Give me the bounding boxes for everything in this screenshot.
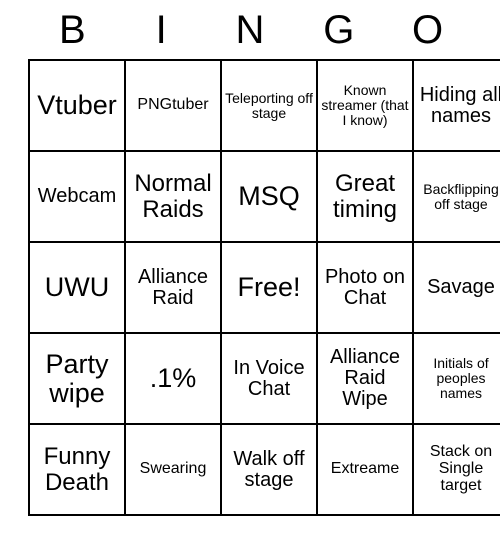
- bingo-row: Funny Death Swearing Walk off stage Extr…: [28, 423, 500, 516]
- bingo-cell[interactable]: Extreame: [316, 423, 414, 516]
- bingo-cell[interactable]: MSQ: [220, 150, 318, 243]
- bingo-cell[interactable]: Party wipe: [28, 332, 126, 425]
- bingo-cell[interactable]: Funny Death: [28, 423, 126, 516]
- bingo-row: UWU Alliance Raid Free! Photo on Chat Sa…: [28, 241, 500, 334]
- bingo-cell[interactable]: Photo on Chat: [316, 241, 414, 334]
- bingo-cell[interactable]: Savage: [412, 241, 500, 334]
- header-letter-i: I: [155, 7, 167, 52]
- header-letter-n: N: [235, 7, 265, 52]
- header-letter-g: G: [323, 7, 355, 52]
- bingo-cell[interactable]: .1%: [124, 332, 222, 425]
- bingo-cell[interactable]: In Voice Chat: [220, 332, 318, 425]
- bingo-cell[interactable]: Vtuber: [28, 59, 126, 152]
- bingo-cell[interactable]: Swearing: [124, 423, 222, 516]
- bingo-cell[interactable]: Stack on Single target: [412, 423, 500, 516]
- bingo-cell[interactable]: Webcam: [28, 150, 126, 243]
- bingo-cell[interactable]: UWU: [28, 241, 126, 334]
- bingo-cell[interactable]: Teleporting off stage: [220, 59, 318, 152]
- bingo-cell[interactable]: Alliance Raid Wipe: [316, 332, 414, 425]
- header-letter-b: B: [59, 7, 86, 52]
- bingo-row: Webcam Normal Raids MSQ Great timing Bac…: [28, 150, 500, 243]
- bingo-cell[interactable]: Initials of peoples names: [412, 332, 500, 425]
- bingo-cell[interactable]: Great timing: [316, 150, 414, 243]
- bingo-grid: Vtuber PNGtuber Teleporting off stage Kn…: [28, 59, 500, 516]
- bingo-cell[interactable]: Known streamer (that I know): [316, 59, 414, 152]
- bingo-card: B I N G O Vtuber PNGtuber Teleporting of…: [0, 0, 500, 544]
- bingo-cell[interactable]: Hiding all names: [412, 59, 500, 152]
- header-letter-o: O: [412, 7, 444, 52]
- bingo-cell[interactable]: Backflipping off stage: [412, 150, 500, 243]
- bingo-row: Party wipe .1% In Voice Chat Alliance Ra…: [28, 332, 500, 425]
- bingo-cell[interactable]: PNGtuber: [124, 59, 222, 152]
- bingo-cell[interactable]: Normal Raids: [124, 150, 222, 243]
- bingo-row: Vtuber PNGtuber Teleporting off stage Kn…: [28, 59, 500, 152]
- bingo-grid-wrapper: Vtuber PNGtuber Teleporting off stage Kn…: [0, 59, 500, 544]
- bingo-cell[interactable]: Walk off stage: [220, 423, 318, 516]
- bingo-cell-free[interactable]: Free!: [220, 241, 318, 334]
- bingo-cell[interactable]: Alliance Raid: [124, 241, 222, 334]
- bingo-header: B I N G O: [0, 0, 500, 59]
